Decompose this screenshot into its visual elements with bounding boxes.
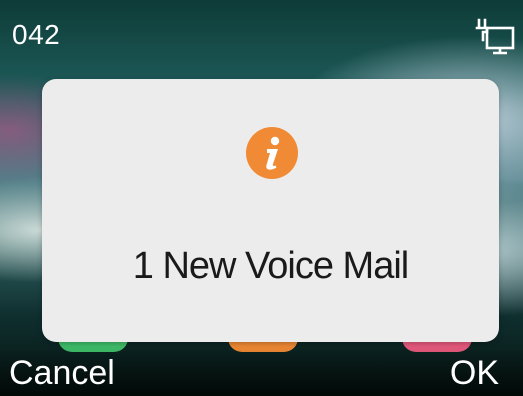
ok-softkey[interactable]: OK [450,356,499,390]
phone-screen: 042 1 New Voice Mail Cancel OK [0,0,523,396]
voicemail-message: 1 New Voice Mail [132,245,409,287]
voicemail-dialog: 1 New Voice Mail [42,79,499,342]
status-label: 042 [12,19,61,50]
info-icon [245,126,299,180]
network-computer-icon [473,16,517,56]
cancel-softkey[interactable]: Cancel [9,356,115,390]
softkey-bar: Cancel OK [0,346,523,396]
